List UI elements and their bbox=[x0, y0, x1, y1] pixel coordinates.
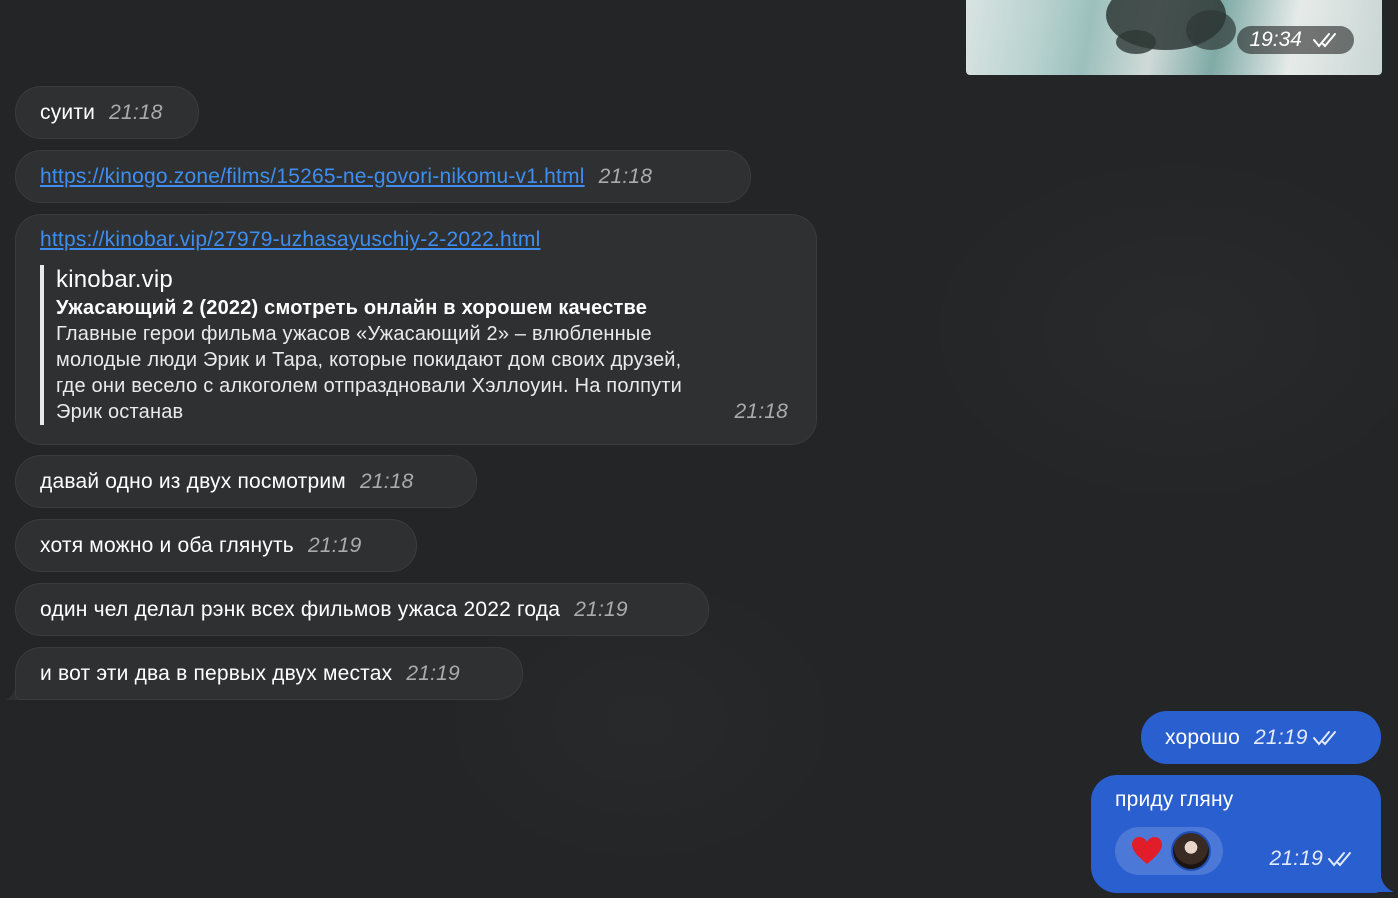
message-text: один чел делал рэнк всех фильмов ужаса 2… bbox=[40, 597, 561, 621]
message-text: хотя можно и оба глянуть bbox=[40, 533, 294, 557]
outgoing-message-bubble[interactable]: приду гляну 21:19 bbox=[1091, 775, 1381, 893]
message-time: 21:18 bbox=[359, 469, 414, 493]
link-preview-message[interactable]: https://kinobar.vip/27979-uzhasayuschiy-… bbox=[15, 214, 817, 445]
photo-timestamp: 19:34 bbox=[1237, 26, 1354, 54]
message-bubble[interactable]: давай одно из двух посмотрим 21:18 bbox=[15, 455, 477, 508]
preview-site: kinobar.vip bbox=[56, 266, 173, 293]
preview-desc-line: Главные герои фильма ужасов «Ужасающий 2… bbox=[56, 323, 652, 345]
message-text: приду гляну bbox=[1115, 788, 1234, 811]
message-link[interactable]: https://kinogo.zone/films/15265-ne-govor… bbox=[40, 164, 585, 190]
message-bubble[interactable]: один чел делал рэнк всех фильмов ужаса 2… bbox=[15, 583, 709, 636]
message-text: давай одно из двух посмотрим bbox=[40, 469, 346, 493]
heart-icon bbox=[1132, 837, 1162, 864]
preview-desc-line: где они весело с алкоголем отпраздновали… bbox=[56, 375, 683, 397]
message-bubble[interactable]: хотя можно и оба глянуть 21:19 bbox=[15, 519, 417, 572]
photo-message[interactable]: 19:34 bbox=[966, 0, 1382, 75]
message-bubble[interactable]: и вот эти два в первых двух местах 21:19 bbox=[15, 647, 523, 700]
reactor-avatar[interactable] bbox=[1171, 831, 1211, 871]
preview-desc-line: молодые люди Эрик и Тара, которые покида… bbox=[56, 349, 682, 371]
message-bubble[interactable]: https://kinogo.zone/films/15265-ne-govor… bbox=[15, 150, 751, 203]
read-checks-icon bbox=[1313, 33, 1336, 48]
message-time: 21:18 bbox=[598, 164, 653, 188]
message-text: и вот эти два в первых двух местах bbox=[40, 661, 393, 685]
message-text: хорошо bbox=[1165, 725, 1241, 749]
message-time: 21:18 bbox=[734, 400, 788, 423]
photo-time: 19:34 bbox=[1249, 28, 1302, 51]
message-time: 21:19 bbox=[307, 533, 362, 557]
message-time: 21:19 bbox=[1269, 847, 1323, 870]
preview-title: Ужасающий 2 (2022) смотреть онлайн в хор… bbox=[56, 297, 648, 319]
preview-desc-line: Эрик останав bbox=[56, 401, 184, 423]
message-link[interactable]: https://kinobar.vip/27979-uzhasayuschiy-… bbox=[40, 228, 540, 251]
read-checks-icon bbox=[1328, 852, 1351, 867]
message-time: 21:19 bbox=[406, 661, 460, 685]
message-bubble[interactable]: суити 21:18 bbox=[15, 86, 199, 139]
outgoing-message-bubble[interactable]: хорошо 21:19 bbox=[1141, 711, 1381, 764]
preview-desc-last: Эрик останав 21:18 bbox=[56, 399, 792, 425]
message-time: 21:19 bbox=[1254, 725, 1308, 749]
reaction-chip[interactable] bbox=[1115, 827, 1223, 875]
message-time: 21:19 bbox=[574, 597, 628, 621]
link-preview[interactable]: kinobar.vip Ужасающий 2 (2022) смотреть … bbox=[40, 265, 792, 425]
message-text: суити bbox=[40, 100, 96, 124]
message-time: 21:18 bbox=[109, 100, 163, 124]
read-checks-icon bbox=[1312, 730, 1336, 746]
